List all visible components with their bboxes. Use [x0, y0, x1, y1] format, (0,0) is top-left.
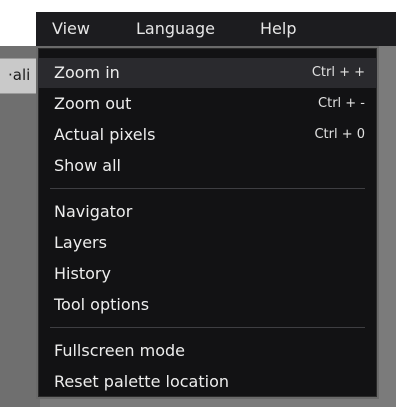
menu-item-label: Zoom in [54, 63, 120, 82]
view-dropdown-menu: Zoom in Ctrl + + Zoom out Ctrl + - Actua… [36, 46, 379, 399]
menu-item-layers[interactable]: Layers [38, 228, 377, 258]
menu-item-reset-palette-location[interactable]: Reset palette location [38, 367, 377, 397]
menu-item-label: Zoom out [54, 94, 132, 113]
toolbar-fragment-text: ·ali [8, 66, 31, 84]
menubar: View Language Help [36, 12, 396, 46]
shortcut-label: Ctrl + 0 [314, 127, 365, 142]
menu-item-fullscreen-mode[interactable]: Fullscreen mode [38, 336, 377, 366]
menu-view[interactable]: View [52, 18, 90, 40]
menu-item-label: Reset palette location [54, 372, 229, 391]
menu-item-label: Actual pixels [54, 125, 156, 144]
shortcut-label: Ctrl + - [318, 96, 365, 111]
menu-item-label: Fullscreen mode [54, 341, 186, 360]
left-panel-edge [0, 46, 40, 407]
menu-item-label: History [54, 264, 111, 283]
menu-item-zoom-in[interactable]: Zoom in Ctrl + + [38, 58, 377, 88]
menu-item-history[interactable]: History [38, 259, 377, 289]
menu-item-navigator[interactable]: Navigator [38, 197, 377, 227]
shortcut-label: Ctrl + + [311, 65, 365, 80]
menu-item-label: Navigator [54, 202, 133, 221]
menu-item-tool-options[interactable]: Tool options [38, 290, 377, 320]
menu-separator [50, 327, 365, 328]
menu-item-label: Tool options [54, 295, 150, 314]
menu-item-label: Layers [54, 233, 107, 252]
menu-separator [50, 188, 365, 189]
menu-item-show-all[interactable]: Show all [38, 151, 377, 181]
menu-language[interactable]: Language [136, 18, 215, 40]
toolbar-fragment: ·ali [0, 58, 40, 94]
screenshot-frame: ·ali View Language Help Zoom in Ctrl + +… [0, 0, 396, 407]
menu-help[interactable]: Help [260, 18, 296, 40]
menu-item-zoom-out[interactable]: Zoom out Ctrl + - [38, 89, 377, 119]
menu-item-actual-pixels[interactable]: Actual pixels Ctrl + 0 [38, 120, 377, 150]
menu-item-label: Show all [54, 156, 121, 175]
